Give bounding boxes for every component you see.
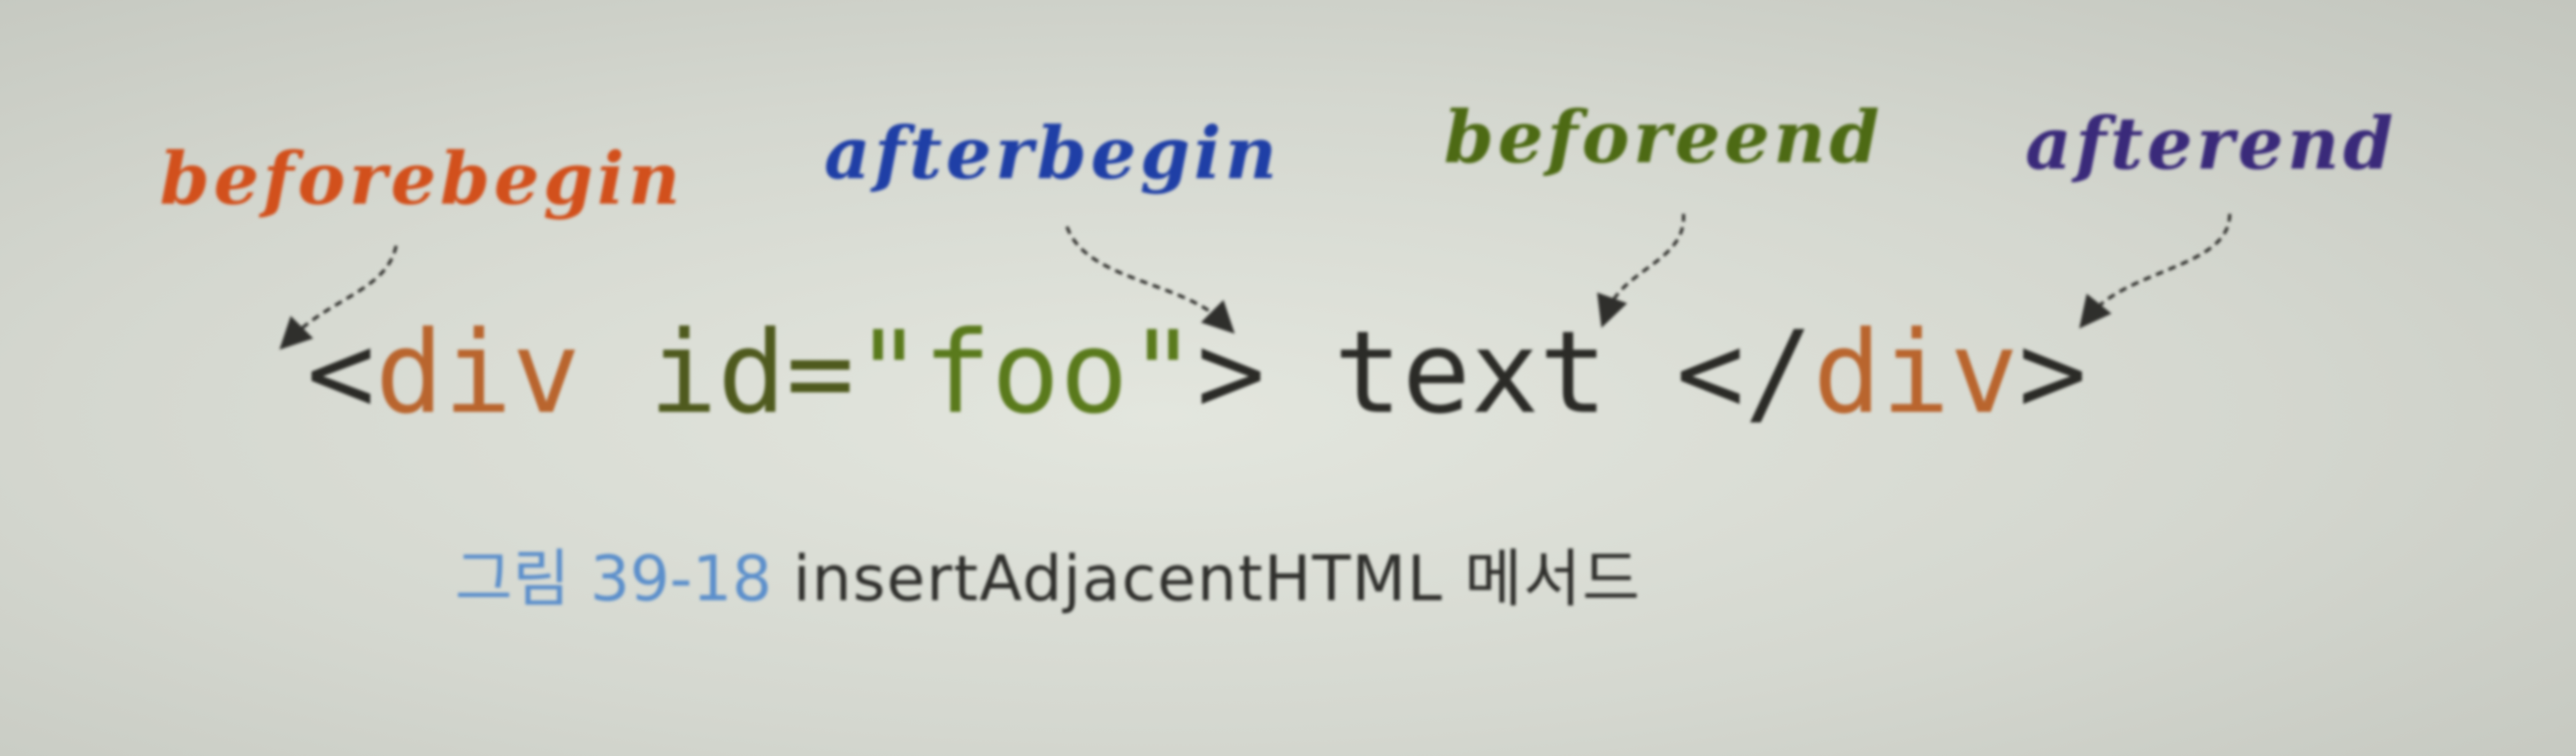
code-close-tag: div xyxy=(1813,306,2019,439)
code-snippet: <div id="foo"> text </div> xyxy=(307,316,2087,430)
code-close-gt: > xyxy=(2018,306,2087,439)
caption-number: 그림 39-18 xyxy=(455,543,772,616)
arrow-beforeend xyxy=(1597,213,1685,328)
code-open-lt: < xyxy=(307,306,376,439)
code-attr-name: id= xyxy=(580,306,855,439)
code-close-lt: </ xyxy=(1676,306,1813,439)
code-open-tag: div xyxy=(375,306,581,439)
figure: beforebegin afterbegin beforeend afteren… xyxy=(0,0,2576,756)
code-content: text xyxy=(1265,306,1676,439)
caption-title: insertAdjacentHTML 메서드 xyxy=(772,543,1641,616)
code-open-gt: > xyxy=(1197,306,1266,439)
code-attr-value: "foo" xyxy=(854,306,1197,439)
figure-caption: 그림 39-18 insertAdjacentHTML 메서드 xyxy=(455,548,1641,610)
arrow-afterend xyxy=(2079,213,2232,329)
